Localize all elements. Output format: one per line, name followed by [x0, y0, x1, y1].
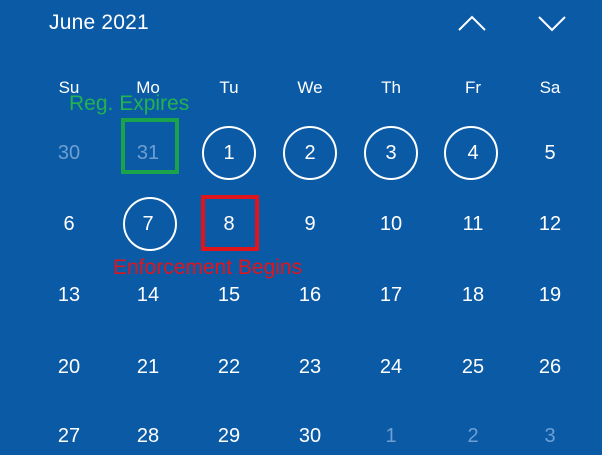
- day-cell-9[interactable]: 9: [280, 208, 340, 240]
- day-cell-23[interactable]: 23: [280, 351, 340, 383]
- day-cell-21[interactable]: 21: [118, 351, 178, 383]
- day-cell-22[interactable]: 22: [199, 351, 259, 383]
- day-cell-1[interactable]: 1: [199, 137, 259, 169]
- day-cell-jul-2[interactable]: 2: [443, 420, 503, 452]
- day-cell-6[interactable]: 6: [39, 208, 99, 240]
- day-cell-14[interactable]: 14: [118, 279, 178, 311]
- day-cell-10[interactable]: 10: [361, 208, 421, 240]
- day-cell-17[interactable]: 17: [361, 279, 421, 311]
- day-cell-18[interactable]: 18: [443, 279, 503, 311]
- day-cell-28[interactable]: 28: [118, 420, 178, 452]
- day-cell-19[interactable]: 19: [520, 279, 580, 311]
- day-cell-16[interactable]: 16: [280, 279, 340, 311]
- day-cell-25[interactable]: 25: [443, 351, 503, 383]
- day-cell-jul-3[interactable]: 3: [520, 420, 580, 452]
- day-cell-4[interactable]: 4: [443, 137, 503, 169]
- day-cell-may-31[interactable]: 31: [118, 137, 178, 169]
- day-cell-27[interactable]: 27: [39, 420, 99, 452]
- day-cell-30[interactable]: 30: [280, 420, 340, 452]
- day-cell-2[interactable]: 2: [280, 137, 340, 169]
- day-cell-3[interactable]: 3: [361, 137, 421, 169]
- day-cell-5[interactable]: 5: [520, 137, 580, 169]
- day-cell-8[interactable]: 8: [199, 208, 259, 240]
- calendar-panel: June 2021 Su Mo Tu We Th Fr Sa 30 31 1 2…: [0, 0, 602, 455]
- day-cell-24[interactable]: 24: [361, 351, 421, 383]
- day-grid: 30 31 1 2 3 4 5 6 7 8 9 10 11 12 13 14 1…: [0, 0, 602, 455]
- day-cell-20[interactable]: 20: [39, 351, 99, 383]
- day-cell-may-30[interactable]: 30: [39, 137, 99, 169]
- day-cell-13[interactable]: 13: [39, 279, 99, 311]
- day-cell-jul-1[interactable]: 1: [361, 420, 421, 452]
- day-cell-11[interactable]: 11: [443, 208, 503, 240]
- day-cell-7[interactable]: 7: [118, 208, 178, 240]
- day-cell-29[interactable]: 29: [199, 420, 259, 452]
- day-cell-15[interactable]: 15: [199, 279, 259, 311]
- day-cell-12[interactable]: 12: [520, 208, 580, 240]
- day-cell-26[interactable]: 26: [520, 351, 580, 383]
